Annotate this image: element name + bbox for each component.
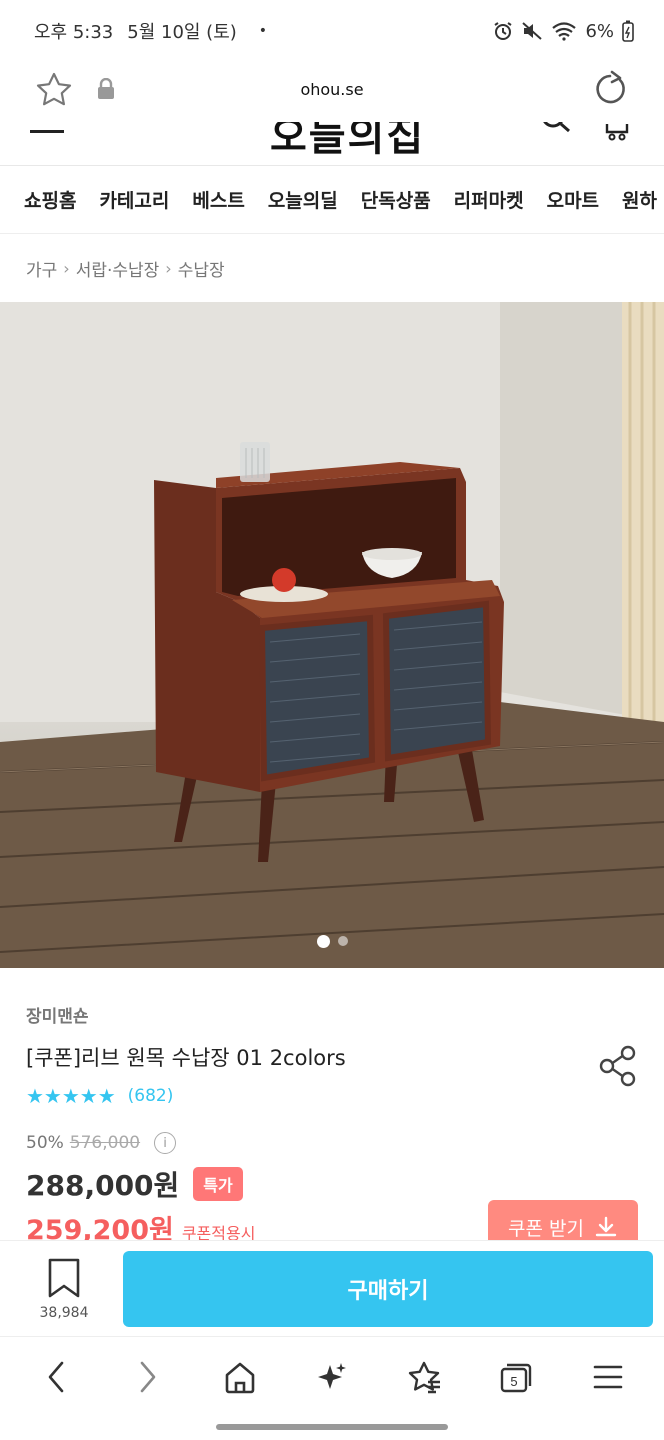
back-button[interactable] xyxy=(26,1347,86,1407)
bookmark-count: 38,984 xyxy=(39,1305,89,1321)
product-image[interactable] xyxy=(0,302,664,968)
search-icon[interactable] xyxy=(540,122,572,138)
status-time: 오후 5:33 xyxy=(34,22,114,43)
bookmarks-button[interactable] xyxy=(394,1347,454,1407)
alarm-icon xyxy=(494,22,512,40)
category-tab[interactable]: 오늘의딜 xyxy=(268,186,338,213)
category-tab[interactable]: 단독상품 xyxy=(361,186,431,213)
home-indicator[interactable] xyxy=(216,1424,448,1430)
share-icon[interactable] xyxy=(598,1044,638,1088)
status-date: 5월 10일 (토) xyxy=(127,22,237,43)
category-tab[interactable]: 베스트 xyxy=(192,186,244,213)
assistant-button[interactable] xyxy=(302,1347,362,1407)
purchase-action-bar: 38,984 구매하기 xyxy=(0,1240,664,1336)
forward-button[interactable] xyxy=(118,1347,178,1407)
category-nav: 쇼핑홈 카테고리 베스트 오늘의딜 단독상품 리퍼마켓 오마트 원하 xyxy=(0,166,664,234)
category-tab[interactable]: 리퍼마켓 xyxy=(454,186,524,213)
reload-icon[interactable] xyxy=(590,70,630,110)
product-title: [쿠폰]리브 원목 수납장 01 2colors xyxy=(26,1046,346,1070)
home-icon xyxy=(225,1362,255,1393)
download-icon xyxy=(595,1216,617,1237)
status-right: 6% xyxy=(493,20,634,42)
breadcrumb-item[interactable]: 서랍·수납장 xyxy=(76,256,160,281)
status-left: 오후 5:33 5월 10일 (토) • xyxy=(34,18,267,44)
battery-icon xyxy=(622,20,634,42)
sale-price: 288,000원 xyxy=(26,1169,180,1202)
tabs-count: 5 xyxy=(510,1374,517,1389)
bookmark-star-icon xyxy=(408,1361,440,1393)
battery-percent: 6% xyxy=(585,20,614,42)
breadcrumb-item[interactable]: 수납장 xyxy=(178,256,225,281)
product-info: 장미맨숀 [쿠폰]리브 원목 수납장 01 2colors ★★★★★ (682… xyxy=(0,968,664,1254)
home-button[interactable] xyxy=(210,1347,270,1407)
coupon-button-label: 쿠폰 받기 xyxy=(508,1217,584,1240)
tabs-icon: 5 xyxy=(500,1363,532,1392)
breadcrumb-separator-icon: › xyxy=(63,258,70,278)
mute-icon xyxy=(522,22,543,40)
rating-row[interactable]: ★★★★★ (682) xyxy=(26,1084,173,1108)
brand-name[interactable]: 장미맨숀 xyxy=(26,1002,89,1027)
url-text[interactable]: ohou.se xyxy=(0,80,664,99)
carousel-dot[interactable] xyxy=(337,936,348,946)
carousel-dot[interactable] xyxy=(316,935,330,948)
browser-address-bar: ohou.se xyxy=(0,62,664,122)
review-count[interactable]: (682) xyxy=(128,1086,174,1106)
original-price: 576,000 xyxy=(69,1133,141,1153)
status-bar: 오후 5:33 5월 10일 (토) • 6% xyxy=(0,0,664,62)
hamburger-menu-icon[interactable] xyxy=(30,130,64,133)
rating-stars: ★★★★★ xyxy=(26,1084,116,1108)
wifi-icon xyxy=(552,22,577,41)
price-row: 288,000원 특가 xyxy=(26,1164,243,1204)
breadcrumb: 가구 › 서랍·수납장 › 수납장 xyxy=(0,234,664,302)
discount-row: 50% 576,000 i xyxy=(26,1132,177,1154)
notification-dot: • xyxy=(258,23,268,39)
category-tab[interactable]: 원하 xyxy=(622,186,657,213)
carousel-dots xyxy=(0,935,664,948)
menu-button[interactable] xyxy=(578,1347,638,1407)
breadcrumb-item[interactable]: 가구 xyxy=(26,256,57,281)
forward-icon xyxy=(140,1361,156,1392)
buy-button[interactable]: 구매하기 xyxy=(123,1251,653,1327)
site-logo[interactable]: 오늘의집 xyxy=(270,122,425,162)
category-list: 쇼핑홈 카테고리 베스트 오늘의딜 단독상품 리퍼마켓 오마트 원하 xyxy=(0,166,664,233)
category-tab[interactable]: 쇼핑홈 xyxy=(24,186,76,213)
site-header: 오늘의집 xyxy=(0,122,664,166)
sparkle-icon xyxy=(318,1362,346,1389)
category-tab[interactable]: 오마트 xyxy=(547,186,599,213)
back-icon xyxy=(48,1361,64,1392)
breadcrumb-separator-icon: › xyxy=(165,258,172,278)
cart-icon[interactable] xyxy=(604,122,630,142)
menu-icon xyxy=(593,1365,623,1388)
tabs-button[interactable]: 5 xyxy=(486,1347,546,1407)
info-icon[interactable]: i xyxy=(154,1132,177,1154)
special-badge: 특가 xyxy=(193,1167,243,1201)
bookmark-button[interactable]: 38,984 xyxy=(24,1257,104,1329)
bookmark-icon xyxy=(48,1258,80,1298)
cabinet-photo xyxy=(0,302,664,968)
browser-bottom-nav: 5 xyxy=(0,1336,664,1416)
category-tab[interactable]: 카테고리 xyxy=(99,186,169,213)
discount-rate: 50% xyxy=(26,1133,64,1153)
